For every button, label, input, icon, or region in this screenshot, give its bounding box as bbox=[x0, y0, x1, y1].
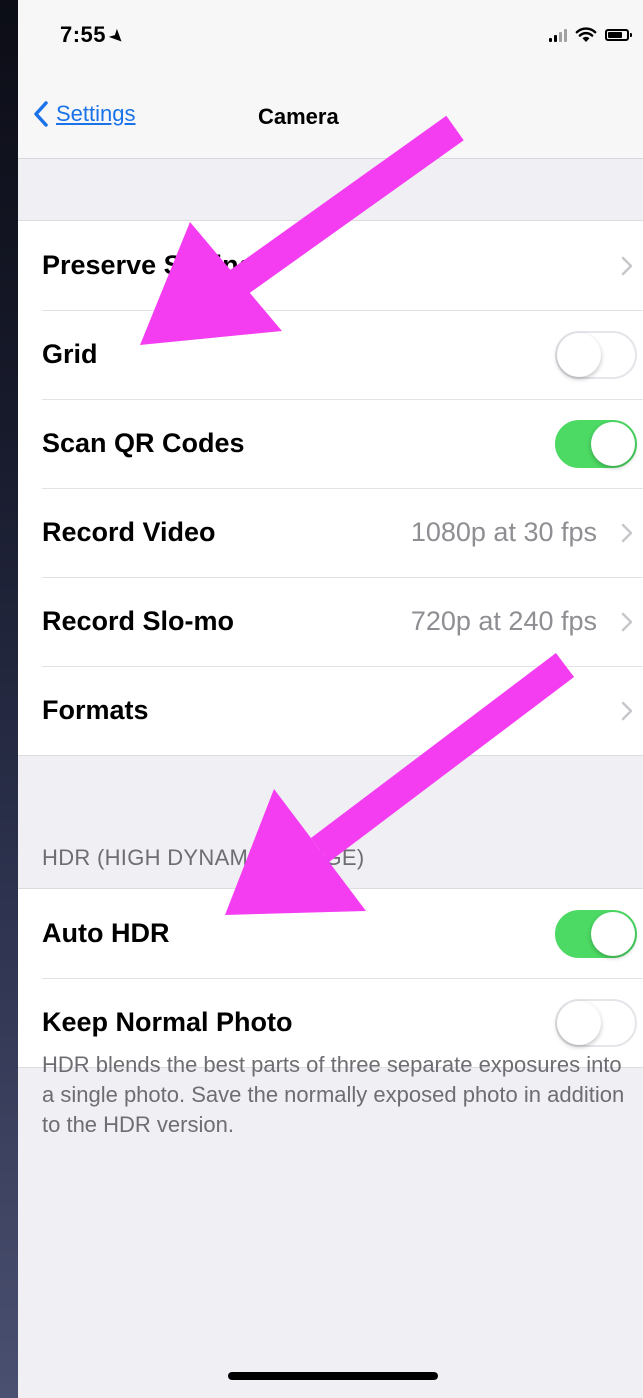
record-video-value: 1080p at 30 fps bbox=[410, 517, 597, 547]
toggle-knob bbox=[557, 332, 601, 377]
toggle-knob bbox=[591, 421, 635, 466]
location-arrow-icon: ➤ bbox=[105, 26, 128, 49]
scan-qr-codes-row: Scan QR Codes bbox=[18, 399, 643, 488]
keep-normal-photo-toggle[interactable] bbox=[555, 998, 637, 1047]
status-bar: 7:55➤ bbox=[18, 0, 643, 78]
toggle-knob bbox=[557, 1000, 601, 1045]
home-indicator[interactable] bbox=[228, 1372, 438, 1380]
battery-icon bbox=[605, 29, 632, 41]
chevron-right-icon bbox=[621, 523, 633, 542]
record-video-row[interactable]: Record Video 1080p at 30 fps bbox=[18, 488, 643, 577]
page-title: Camera bbox=[258, 104, 339, 129]
record-slomo-value: 720p at 240 fps bbox=[410, 606, 597, 636]
chevron-right-icon bbox=[621, 612, 633, 631]
chevron-right-icon bbox=[621, 701, 633, 720]
toggle-knob bbox=[591, 911, 635, 956]
status-icons bbox=[549, 24, 632, 46]
record-slomo-row[interactable]: Record Slo-mo 720p at 240 fps bbox=[18, 577, 643, 666]
hdr-settings-group: Auto HDR Keep Normal Photo bbox=[18, 888, 643, 1068]
cellular-signal-icon bbox=[549, 28, 567, 42]
grid-toggle[interactable] bbox=[555, 330, 637, 379]
record-video-label: Record Video bbox=[42, 517, 216, 547]
keep-normal-photo-label: Keep Normal Photo bbox=[42, 1007, 293, 1037]
grid-label: Grid bbox=[42, 339, 98, 369]
chevron-right-icon bbox=[621, 256, 633, 275]
auto-hdr-label: Auto HDR bbox=[42, 918, 170, 948]
scan-qr-codes-toggle[interactable] bbox=[555, 419, 637, 468]
grid-row: Grid bbox=[18, 310, 643, 399]
back-button-label: Settings bbox=[56, 101, 136, 126]
preserve-settings-label: Preserve Settings bbox=[42, 250, 271, 280]
scan-qr-codes-label: Scan QR Codes bbox=[42, 428, 245, 458]
auto-hdr-toggle[interactable] bbox=[555, 909, 637, 958]
status-time: 7:55➤ bbox=[60, 22, 128, 49]
hdr-section-header: HDR (HIGH DYNAMIC RANGE) bbox=[42, 845, 365, 870]
auto-hdr-row: Auto HDR bbox=[18, 889, 643, 978]
navigation-bar: Settings Camera bbox=[18, 78, 643, 159]
record-slomo-label: Record Slo-mo bbox=[42, 606, 235, 636]
chevron-left-icon bbox=[34, 101, 48, 127]
back-button[interactable]: Settings bbox=[32, 100, 136, 128]
formats-label: Formats bbox=[42, 695, 149, 725]
phone-screen: 7:55➤ Settings Camera Preserve Settings bbox=[18, 0, 643, 1398]
hdr-section-footer: HDR blends the best parts of three separ… bbox=[42, 1052, 625, 1137]
preserve-settings-row[interactable]: Preserve Settings bbox=[18, 221, 643, 310]
wifi-icon bbox=[575, 27, 597, 42]
formats-row[interactable]: Formats bbox=[18, 666, 643, 755]
camera-settings-group: Preserve Settings Grid Scan QR Codes Rec… bbox=[18, 220, 643, 756]
